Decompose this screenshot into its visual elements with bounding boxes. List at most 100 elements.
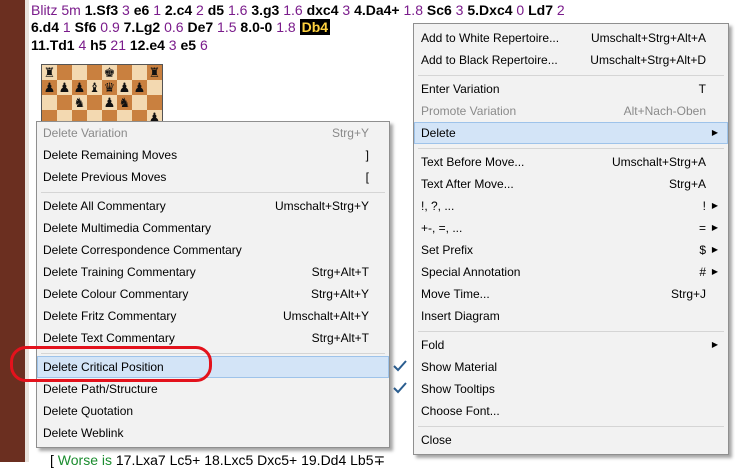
menu-item-delete-remaining-moves[interactable]: Delete Remaining Moves] <box>37 144 389 166</box>
move[interactable]: De7 <box>187 19 213 35</box>
menu-item-shortcut: Umschalt+Strg+A <box>611 155 706 169</box>
move[interactable]: 11.Td1 <box>31 37 75 53</box>
menu-item-label: Delete Fritz Commentary <box>43 309 177 323</box>
submenu-arrow-icon: ▶ <box>711 201 718 210</box>
menu-item-label: Set Prefix <box>421 243 474 257</box>
move[interactable]: 5.Dxc4 <box>467 2 512 18</box>
menu-item-label: Choose Font... <box>421 404 500 418</box>
menu-item-delete-correspondence-commentary[interactable]: Delete Correspondence Commentary <box>37 239 389 261</box>
eval-number: 1.6 <box>279 2 307 18</box>
menu-item-fold[interactable]: Fold ▶ <box>414 334 728 356</box>
move[interactable]: 4.Da4+ <box>354 2 400 18</box>
menu-item-add-to-black-repertoire[interactable]: Add to Black Repertoire... Umschalt+Strg+… <box>414 49 728 71</box>
board-square: ♟ <box>117 80 132 95</box>
menu-item-move-time[interactable]: Move Time... Strg+J <box>414 283 728 305</box>
menu-item-text-before-move[interactable]: Text Before Move... Umschalt+Strg+A <box>414 151 728 173</box>
eval-number: 1 <box>59 19 75 35</box>
menu-item-delete-multimedia-commentary[interactable]: Delete Multimedia Commentary <box>37 217 389 239</box>
menu-item-label: Delete Colour Commentary <box>43 287 189 301</box>
menu-separator <box>418 74 724 76</box>
move[interactable]: 8.0-0 <box>240 19 272 35</box>
variation-line[interactable]: [ Worse is 17.Lxa7 Lc5+ 18.Lxc5 Dxc5+ 19… <box>50 452 385 469</box>
chess-piece-icon: ♟ <box>118 80 131 95</box>
move[interactable]: Ld7 <box>528 2 553 18</box>
menu-item-[interactable]: !, ?, ...! ▶ <box>414 195 728 217</box>
menu-item-delete-variation: Delete Variation Strg+Y <box>37 122 389 144</box>
move[interactable]: 6.d4 <box>31 19 59 35</box>
move[interactable]: 7.Lg2 <box>124 19 161 35</box>
move[interactable]: Sf6 <box>75 19 97 35</box>
worse-is-label: Worse is <box>57 452 112 468</box>
menu-item-delete-training-commentary[interactable]: Delete Training Commentary Strg+Alt+T <box>37 261 389 283</box>
menu-item-label: Add to White Repertoire... <box>421 31 560 45</box>
menu-item-delete-weblink[interactable]: Delete Weblink <box>37 422 389 444</box>
move[interactable]: e6 <box>134 2 150 18</box>
left-sidebar-border <box>25 0 29 462</box>
notation-context-menu[interactable]: Add to White Repertoire... Umschalt+Strg+… <box>413 23 729 455</box>
menu-item-choose-font[interactable]: Choose Font... <box>414 400 728 422</box>
delete-submenu[interactable]: Delete Variation Strg+Y Delete Remaining M… <box>36 121 390 448</box>
menu-item-show-tooltips[interactable]: Show Tooltips <box>414 378 728 400</box>
chess-piece-icon: ♛ <box>103 80 116 95</box>
move[interactable]: 2.c4 <box>165 2 192 18</box>
eval-number: 2 <box>553 2 565 18</box>
board-square: ♟ <box>42 80 57 95</box>
board-square: ♝ <box>87 80 102 95</box>
menu-item-shortcut: ] <box>365 148 369 162</box>
menu-item-delete-text-commentary[interactable]: Delete Text Commentary Strg+Alt+T <box>37 327 389 349</box>
menu-item-delete-colour-commentary[interactable]: Delete Colour Commentary Strg+Alt+Y <box>37 283 389 305</box>
notation-line-3[interactable]: 11.Td1 4 h5 21 12.e4 3 e5 6 <box>31 35 208 56</box>
menu-item-insert-diagram[interactable]: Insert Diagram <box>414 305 728 327</box>
menu-item-shortcut: Strg+Alt+T <box>311 265 369 279</box>
move[interactable]: e5 <box>181 37 197 53</box>
menu-item-delete-previous-moves[interactable]: Delete Previous Moves [ <box>37 166 389 188</box>
menu-item-label: Delete Multimedia Commentary <box>43 221 212 235</box>
menu-item-label: Text Before Move... <box>421 155 525 169</box>
menu-item-delete-quotation[interactable]: Delete Quotation <box>37 400 389 422</box>
board-square: ♟ <box>57 80 72 95</box>
board-square: ♜ <box>42 65 57 80</box>
menu-item-shortcut: Strg+A <box>668 177 706 191</box>
menu-item-shortcut: Umschalt+Strg+Y <box>274 199 369 213</box>
move[interactable]: 3.g3 <box>251 2 279 18</box>
menu-item-label: Delete Weblink <box>43 426 124 440</box>
menu-item-enter-variation[interactable]: Enter Variation T <box>414 78 728 100</box>
eval-number: 3 <box>451 2 468 18</box>
board-square <box>57 65 72 80</box>
board-square: ♞ <box>117 95 132 110</box>
move[interactable]: h5 <box>90 37 106 53</box>
move[interactable]: Sc6 <box>427 2 452 18</box>
move[interactable]: d5 <box>208 2 224 18</box>
checkmark-icon <box>393 360 407 372</box>
move[interactable]: 12.e4 <box>130 37 165 53</box>
eval-number: 4 <box>74 37 91 53</box>
menu-item-special-annotation[interactable]: Special Annotation # ▶ <box>414 261 728 283</box>
current-move[interactable]: Db4 <box>299 19 331 35</box>
menu-item-text-after-move[interactable]: Text After Move... Strg+A <box>414 173 728 195</box>
board-square <box>72 65 87 80</box>
menu-item-show-material[interactable]: Show Material <box>414 356 728 378</box>
menu-item-[interactable]: +-, =, ... = ▶ <box>414 217 728 239</box>
menu-item-label: Move Time... <box>421 287 490 301</box>
move[interactable]: 1.Sf3 <box>85 2 118 18</box>
board-square <box>132 95 147 110</box>
menu-item-close[interactable]: Close <box>414 429 728 451</box>
board-square: ♟ <box>102 95 117 110</box>
menu-item-set-prefix[interactable]: Set Prefix $ ▶ <box>414 239 728 261</box>
menu-item-delete-all-commentary[interactable]: Delete All Commentary Umschalt+Strg+Y <box>37 195 389 217</box>
menu-item-delete-path-structure[interactable]: Delete Path/Structure <box>37 378 389 400</box>
menu-item-shortcut: Strg+J <box>670 287 706 301</box>
eval-number: 3 <box>338 2 355 18</box>
menu-item-shortcut: Strg+Alt+Y <box>310 287 369 301</box>
chess-piece-icon: ♝ <box>88 80 101 95</box>
menu-item-label: Show Tooltips <box>421 382 495 396</box>
menu-item-label: Delete Path/Structure <box>43 382 158 396</box>
menu-item-delete-critical-position[interactable]: Delete Critical Position <box>37 356 389 378</box>
menu-item-add-to-white-repertoire[interactable]: Add to White Repertoire... Umschalt+Strg+… <box>414 27 728 49</box>
board-square: ♚ <box>102 65 117 80</box>
eval-number: 0 <box>512 2 529 18</box>
menu-item-delete-fritz-commentary[interactable]: Delete Fritz Commentary Umschalt+Alt+Y <box>37 305 389 327</box>
menu-item-delete[interactable]: Delete ▶ <box>414 122 728 144</box>
move[interactable]: dxc4 <box>307 2 339 18</box>
eval-number: 6 <box>196 37 208 53</box>
